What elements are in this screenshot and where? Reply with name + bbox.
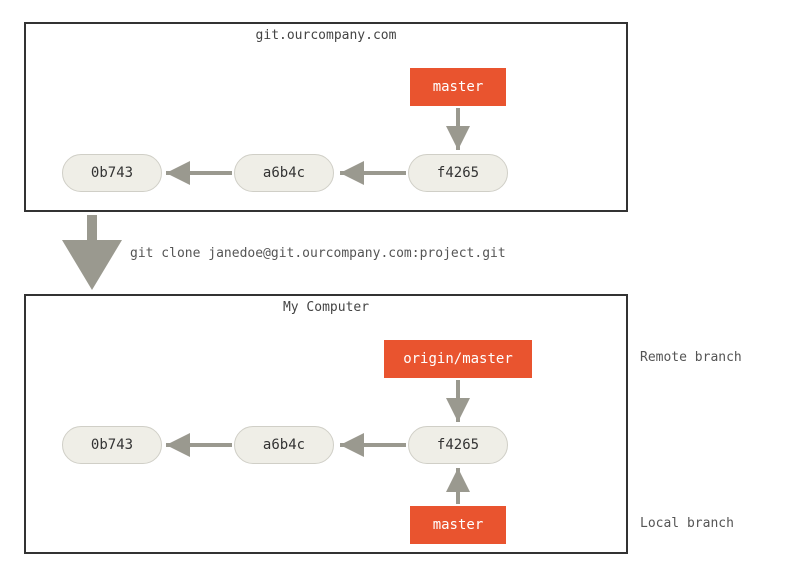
commit-hash: 0b743 (91, 437, 133, 453)
branch-label: origin/master (403, 351, 513, 367)
origin-master-branch: origin/master (384, 340, 532, 378)
branch-label: master (433, 79, 484, 95)
local-panel-title: My Computer (26, 300, 626, 315)
local-panel: My Computer origin/master 0b743 a6b4c f4… (24, 294, 628, 554)
commit-hash: a6b4c (263, 437, 305, 453)
remote-master-branch: master (410, 68, 506, 106)
commit-hash: f4265 (437, 165, 479, 181)
remote-commit-2: f4265 (408, 154, 508, 192)
remote-branch-label: Remote branch (640, 350, 742, 365)
local-commit-1: a6b4c (234, 426, 334, 464)
local-branch-label: Local branch (640, 516, 734, 531)
remote-panel-title: git.ourcompany.com (26, 28, 626, 43)
clone-command-label: git clone janedoe@git.ourcompany.com:pro… (130, 246, 506, 261)
remote-panel: git.ourcompany.com master 0b743 a6b4c f4… (24, 22, 628, 212)
commit-hash: f4265 (437, 437, 479, 453)
local-commit-2: f4265 (408, 426, 508, 464)
local-master-branch: master (410, 506, 506, 544)
commit-hash: a6b4c (263, 165, 305, 181)
commit-hash: 0b743 (91, 165, 133, 181)
remote-commit-0: 0b743 (62, 154, 162, 192)
branch-label: master (433, 517, 484, 533)
remote-commit-1: a6b4c (234, 154, 334, 192)
local-commit-0: 0b743 (62, 426, 162, 464)
